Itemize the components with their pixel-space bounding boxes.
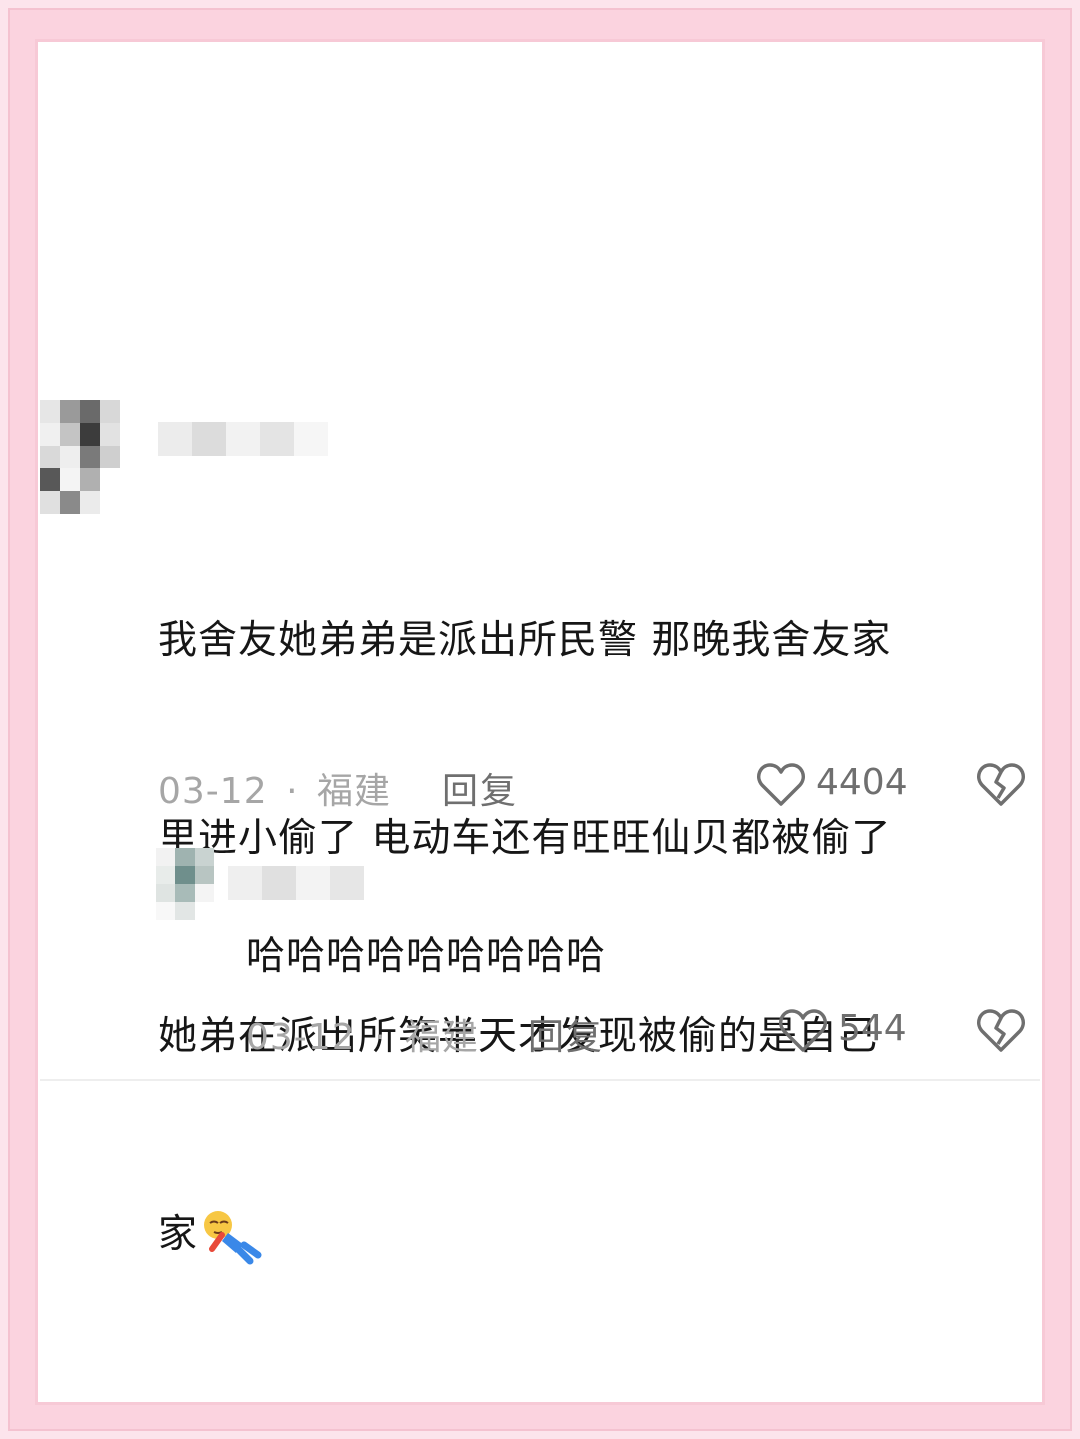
avatar[interactable] [156, 848, 214, 920]
comment-meta: 03-12 · 福建 [158, 762, 391, 814]
meta-separator: · [374, 1017, 387, 1058]
tired-person-emoji [204, 1211, 262, 1265]
heart-outline-icon[interactable] [756, 762, 806, 808]
divider [40, 1079, 1040, 1081]
meta-separator: · [286, 771, 299, 812]
comment-location: 福建 [316, 771, 391, 812]
comment-line: 我舍友她弟弟是派出所民警 那晚我舍友家 [158, 618, 892, 663]
username-redacted[interactable] [228, 866, 364, 900]
reply-date: 03-12 [246, 1017, 356, 1058]
reply-button[interactable]: 回复 [528, 1008, 604, 1060]
broken-heart-icon[interactable] [976, 762, 1026, 808]
comment-date: 03-12 [158, 771, 268, 812]
broken-heart-icon[interactable] [976, 1008, 1026, 1054]
username-redacted[interactable] [158, 422, 328, 456]
comment-line: 里进小偷了 电动车还有旺旺仙贝都被偷了 [158, 816, 892, 861]
reply-button[interactable]: 回复 [442, 762, 518, 814]
avatar[interactable] [40, 400, 120, 514]
like-count: 544 [838, 1008, 907, 1049]
reply-meta: 03-12 · 福建 [246, 1008, 479, 1060]
comment-line: 家 [158, 1212, 199, 1257]
comment-body: 我舍友她弟弟是派出所民警 那晚我舍友家 里进小偷了 电动车还有旺旺仙贝都被偷了 … [158, 476, 891, 1334]
like-count: 4404 [816, 762, 908, 803]
reply-location: 福建 [404, 1017, 479, 1058]
heart-outline-icon[interactable] [778, 1008, 828, 1054]
reply-body: 哈哈哈哈哈哈哈哈哈 [246, 934, 607, 979]
